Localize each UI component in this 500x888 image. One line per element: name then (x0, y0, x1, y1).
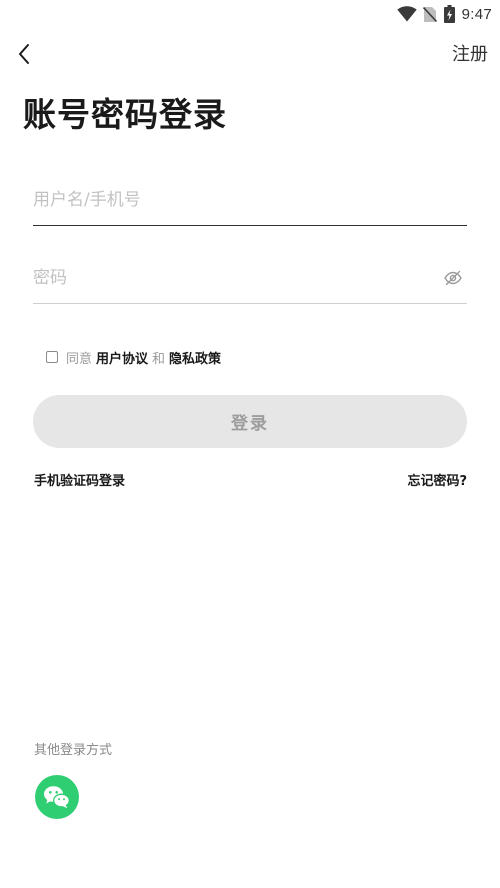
forgot-password-link[interactable]: 忘记密码? (407, 470, 467, 489)
other-login-label: 其他登录方式 (34, 743, 113, 758)
username-input[interactable] (33, 185, 467, 215)
wechat-icon (44, 786, 70, 809)
login-screen: 9:47 注册 账号密码登录 同意 用户协议 和 隐私政策 登录 手 (0, 0, 500, 888)
privacy-policy-link[interactable]: 隐私政策 (169, 348, 221, 367)
no-sim-icon (422, 6, 437, 22)
sms-login-link[interactable]: 手机验证码登录 (34, 470, 125, 489)
battery-charging-icon (443, 5, 455, 23)
username-field-row (33, 175, 467, 226)
login-button[interactable]: 登录 (33, 395, 467, 448)
status-icons: 9:47 (396, 3, 492, 25)
password-field-row (33, 253, 467, 304)
user-agreement-link[interactable]: 用户协议 (96, 348, 148, 367)
agreement-conjunction: 和 (152, 351, 166, 367)
agreement-checkbox[interactable] (46, 351, 58, 363)
register-link[interactable]: 注册 (452, 40, 488, 66)
agreement-row: 同意 用户协议 和 隐私政策 (46, 347, 221, 367)
page-title: 账号密码登录 (23, 95, 227, 134)
wifi-icon (396, 6, 417, 22)
status-bar: 9:47 (0, 0, 500, 28)
wechat-login-button[interactable] (35, 775, 79, 819)
password-input[interactable] (33, 263, 467, 293)
status-time: 9:47 (461, 5, 492, 23)
eye-off-icon[interactable] (443, 268, 463, 288)
chevron-left-icon (19, 44, 29, 64)
agreement-prefix: 同意 (66, 351, 93, 367)
back-button[interactable] (10, 38, 38, 70)
